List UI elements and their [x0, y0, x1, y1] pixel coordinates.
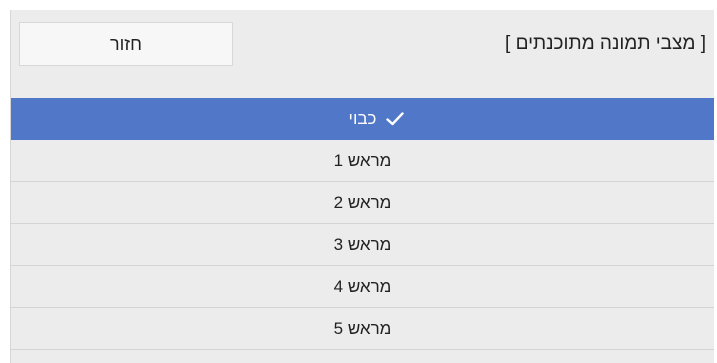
- back-button[interactable]: חזור: [19, 22, 233, 66]
- list-item-content: מראש 4: [334, 277, 392, 297]
- list-item-content: מראש 2: [334, 193, 392, 213]
- list-item-label: מראש 2: [333, 192, 392, 212]
- list-item-preset-5[interactable]: מראש 5: [11, 308, 714, 350]
- list-item-preset-3[interactable]: מראש 3: [11, 224, 714, 266]
- list-item-label: מראש 4: [333, 276, 392, 296]
- list-item-content: מראש 1: [334, 151, 392, 171]
- preset-list: כבוי מראש 1 מראש 2 מראש 3 מראש 4 מראש 5: [11, 98, 714, 350]
- check-icon: [386, 111, 405, 126]
- list-item-content: כבוי: [348, 108, 405, 129]
- list-item-content: מראש 3: [334, 235, 392, 255]
- list-item-off[interactable]: כבוי: [11, 98, 714, 140]
- panel-header: חזור [ מצבי תמונה מתוכנתים ]: [11, 10, 714, 96]
- list-item-label: מראש 5: [333, 318, 392, 338]
- list-item-label: מראש 1: [333, 150, 392, 170]
- list-item-preset-4[interactable]: מראש 4: [11, 266, 714, 308]
- list-item-content: מראש 5: [334, 319, 392, 339]
- list-item-preset-2[interactable]: מראש 2: [11, 182, 714, 224]
- preset-picture-modes-panel: חזור [ מצבי תמונה מתוכנתים ] כבוי מראש 1…: [10, 10, 714, 363]
- list-item-label: כבוי: [348, 108, 377, 128]
- list-item-preset-1[interactable]: מראש 1: [11, 140, 714, 182]
- list-item-label: מראש 3: [333, 234, 392, 254]
- page-title: [ מצבי תמונה מתוכנתים ]: [505, 33, 706, 54]
